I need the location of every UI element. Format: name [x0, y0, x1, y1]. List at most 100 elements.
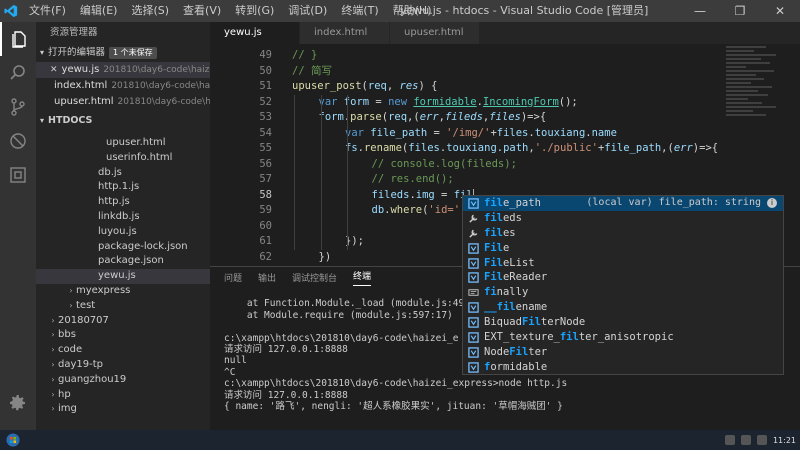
- tree-item[interactable]: › 20180707: [36, 314, 210, 329]
- suggestion-item[interactable]: File: [463, 241, 783, 256]
- volume-icon[interactable]: [756, 435, 767, 445]
- code-line: 51 upuser_post(req, res) {: [210, 79, 800, 95]
- close-button[interactable]: ✕: [760, 0, 800, 22]
- menu-item[interactable]: 转到(G): [228, 0, 281, 22]
- open-editor-item[interactable]: upuser.html 201810\day6-code\h...: [36, 94, 210, 110]
- suggestion-item[interactable]: fileds: [463, 211, 783, 226]
- chevron-right-icon: ›: [51, 315, 55, 325]
- line-number: 57: [259, 173, 272, 185]
- code-token: db: [371, 204, 385, 216]
- tree-item[interactable]: › img: [36, 402, 210, 417]
- folder-label: HTDOCS: [48, 115, 93, 126]
- start-button[interactable]: [0, 430, 26, 450]
- tree-item[interactable]: › code: [36, 343, 210, 358]
- unsaved-badge: 1 个未保存: [109, 47, 157, 59]
- suggestion-label: files: [484, 226, 516, 239]
- close-icon[interactable]: ✕: [50, 62, 58, 78]
- line-number: 55: [259, 142, 272, 154]
- tree-item[interactable]: userinfo.html: [36, 151, 210, 166]
- tree-item[interactable]: package-lock.json: [36, 240, 210, 255]
- code-line: 57 // res.end();: [210, 172, 800, 188]
- menu-item[interactable]: 调试(D): [281, 0, 334, 22]
- panel-tab[interactable]: 终端: [353, 269, 372, 286]
- suggestion-item[interactable]: FileReader: [463, 270, 783, 285]
- tree-item[interactable]: › test: [36, 299, 210, 314]
- code-text: // }: [292, 48, 317, 64]
- tree-item[interactable]: http.js: [36, 195, 210, 210]
- indent-guide: [320, 94, 322, 250]
- chevron-right-icon: ›: [51, 330, 55, 340]
- tree-item[interactable]: linkdb.js: [36, 210, 210, 225]
- tree-item[interactable]: › guangzhou19: [36, 373, 210, 388]
- code-line: 50 // 简写: [210, 64, 800, 80]
- tree-item[interactable]: luyou.js: [36, 225, 210, 240]
- tray-icon[interactable]: [724, 435, 735, 445]
- suggestion-item[interactable]: EXT_texture_filter_anisotropic: [463, 330, 783, 345]
- menu-item[interactable]: 文件(F): [22, 0, 73, 22]
- suggestion-item[interactable]: formidable: [463, 360, 783, 374]
- source-control-icon[interactable]: [0, 90, 36, 124]
- tree-item[interactable]: › myexpress: [36, 284, 210, 299]
- code-token: parse: [350, 111, 382, 123]
- panel-tab[interactable]: 问题: [224, 271, 242, 284]
- extensions-icon[interactable]: [0, 158, 36, 192]
- minimize-button[interactable]: —: [680, 0, 720, 22]
- open-editors-header[interactable]: ▾ 打开的编辑器 1 个未保存: [36, 44, 210, 62]
- panel-tab[interactable]: 调试控制台: [292, 271, 337, 284]
- tree-item[interactable]: package.json: [36, 254, 210, 269]
- tree-item[interactable]: http.1.js: [36, 180, 210, 195]
- suggestion-match: fil: [559, 331, 579, 344]
- tray-icon[interactable]: [740, 435, 751, 445]
- tree-item[interactable]: yewu.js: [36, 269, 210, 284]
- code-token: )=>{: [520, 111, 547, 123]
- maximize-button[interactable]: ❐: [720, 0, 760, 22]
- menu-item[interactable]: 查看(V): [176, 0, 228, 22]
- open-editor-path: 201810\day6-code\h...: [117, 97, 210, 107]
- tab-yewu-js[interactable]: yewu.js: [210, 22, 300, 44]
- suggestion-item[interactable]: finally: [463, 285, 783, 300]
- code-token: img: [415, 188, 435, 201]
- open-editor-item[interactable]: ✕yewu.js201810\day6-code\haizei_...: [36, 62, 210, 78]
- gear-icon[interactable]: [0, 386, 36, 420]
- code-token: touxiang: [446, 142, 497, 154]
- tab-upuser-html[interactable]: upuser.html: [390, 22, 480, 44]
- tree-item[interactable]: › bbs: [36, 328, 210, 343]
- open-editor-name: yewu.js: [61, 64, 100, 75]
- tree-item-label: luyou.js: [98, 225, 137, 237]
- suggestion-item[interactable]: FileList: [463, 256, 783, 271]
- suggestion-item[interactable]: NodeFilter: [463, 345, 783, 360]
- code-token: ) {: [418, 80, 438, 92]
- panel-tab[interactable]: 输出: [258, 271, 276, 284]
- debug-icon[interactable]: [0, 124, 36, 158]
- clock[interactable]: 11:21: [773, 436, 796, 445]
- search-icon[interactable]: [0, 56, 36, 90]
- menu-item[interactable]: 选择(S): [124, 0, 176, 22]
- code-token: name: [591, 126, 617, 139]
- tab-index-html[interactable]: index.html: [300, 22, 390, 44]
- menu-item[interactable]: 终端(T): [334, 0, 385, 22]
- suggestion-item[interactable]: file_path (local var) file_path: string i: [463, 196, 783, 211]
- code-token: res: [399, 80, 419, 92]
- suggestion-label: BiquadFilterNode: [484, 316, 586, 329]
- suggestion-item[interactable]: files: [463, 226, 783, 241]
- tree-item[interactable]: db.js: [36, 166, 210, 181]
- suggestion-item[interactable]: __filename: [463, 300, 783, 315]
- code-token: =: [427, 126, 447, 139]
- suggestion-match: Fil: [509, 345, 529, 358]
- files-icon[interactable]: [0, 22, 36, 56]
- code-token: touxiang: [534, 126, 586, 139]
- info-icon[interactable]: i: [767, 198, 777, 209]
- suggestion-item[interactable]: BiquadFilterNode: [463, 315, 783, 330]
- open-editor-item[interactable]: index.html201810\day6-code\haize...: [36, 78, 210, 94]
- tree-item[interactable]: upuser.html: [36, 136, 210, 151]
- menu-item[interactable]: 编辑(E): [73, 0, 125, 22]
- folder-header[interactable]: ▾ HTDOCS: [36, 112, 210, 130]
- tree-item-label: bbs: [58, 329, 76, 341]
- tree-item[interactable]: › hp: [36, 388, 210, 403]
- tree-item-label: package.json: [98, 255, 164, 267]
- code-token: form: [318, 111, 344, 123]
- system-tray: 11:21: [724, 430, 796, 450]
- tree-item[interactable]: › day19-tp: [36, 358, 210, 373]
- suggestion-match: Fil: [484, 256, 503, 269]
- code-text: upuser_post(req, res) {: [292, 79, 437, 95]
